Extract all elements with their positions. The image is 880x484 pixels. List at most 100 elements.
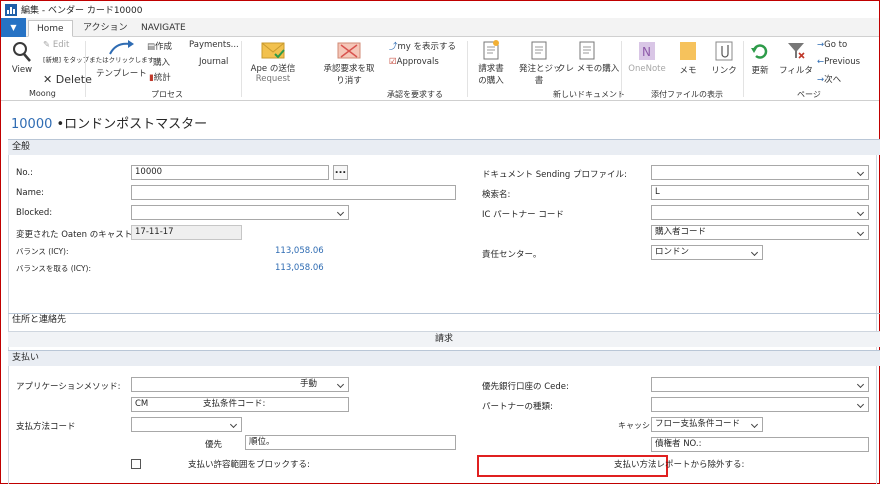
goto-label: Go to	[824, 40, 848, 50]
statistics-label: 統計	[153, 73, 171, 83]
pencil-icon: ✎	[43, 40, 53, 50]
create-button[interactable]: ▤作成	[147, 40, 172, 52]
order-label-2: 書	[534, 76, 544, 86]
edit-button[interactable]: ✎ Edit	[43, 40, 69, 50]
preferred-bank-select[interactable]	[651, 377, 869, 392]
journal-button[interactable]: Journal	[199, 57, 228, 67]
filter-icon	[788, 43, 805, 59]
search-name-field[interactable]: L	[651, 185, 869, 200]
link-icon: ⤴	[389, 42, 398, 52]
order-button[interactable]: 発注とジッ 書	[519, 40, 562, 86]
credit-memo-button[interactable]: クレ メモの購入	[557, 40, 620, 74]
ic-partner-label: IC パートナー コード	[482, 210, 564, 220]
card-border-left	[8, 140, 9, 484]
priority-field[interactable]: 順位。	[245, 435, 456, 450]
application-method-select[interactable]: 手動	[131, 377, 349, 392]
credit-memo-label: クレ メモの購入	[557, 64, 620, 74]
approvals-button[interactable]: ☑Approvals	[389, 57, 439, 67]
view-label: View	[11, 65, 33, 75]
title-bar: 編集 - ベンダー カード10000	[1, 1, 879, 18]
filter-button[interactable]: フィルタ	[779, 40, 813, 76]
doc-sending-select[interactable]	[651, 165, 869, 180]
section-general-header[interactable]: 全般	[8, 139, 880, 155]
separator	[621, 41, 622, 97]
vendor-number: 10000	[11, 117, 53, 132]
file-menu-button[interactable]: ▼	[1, 18, 26, 37]
invoicing-title: 請求	[434, 334, 453, 344]
order-icon	[531, 41, 547, 60]
approvals-icon: ☑	[389, 57, 397, 67]
previous-button[interactable]: ←Previous	[817, 57, 860, 67]
cancel-approval-label: 承認要求を取	[323, 64, 375, 74]
balance-label: バランス (ICY):	[16, 247, 69, 256]
link-button[interactable]: リンク	[709, 40, 739, 76]
ic-partner-select[interactable]	[651, 205, 869, 220]
template-button[interactable]: テンプレート	[96, 67, 147, 79]
blocked-select[interactable]	[131, 205, 349, 220]
document-icon: ▤	[147, 42, 156, 52]
tab-home[interactable]: Home	[28, 20, 73, 37]
section-address-header[interactable]: 住所と連絡先	[8, 313, 880, 327]
block-tolerance-checkbox[interactable]	[131, 459, 141, 469]
envelope-icon	[261, 42, 285, 59]
responsibility-label: 責任センター。	[482, 250, 542, 260]
responsibility-select[interactable]: ロンドン	[651, 245, 763, 260]
memo-button[interactable]: メモ	[673, 40, 703, 76]
no-field[interactable]: 10000	[131, 165, 329, 180]
balance-value[interactable]: 113,058.06	[275, 246, 324, 256]
cancel-approval-button[interactable]: 承認要求を取 り消す	[317, 40, 381, 86]
refresh-button[interactable]: 更新	[746, 40, 774, 76]
invoice-button[interactable]: 請求書 の購入	[471, 40, 511, 86]
purchaser-select[interactable]: 購入者コード	[651, 225, 869, 240]
search-name-label: 検索名:	[482, 190, 511, 200]
send-approval-button[interactable]: Ape の送信 Request	[248, 40, 298, 84]
vendor-name: •ロンドンポストマスター	[56, 117, 208, 132]
no-lookup-button[interactable]: ...	[333, 165, 348, 180]
edit-label: Edit	[52, 40, 70, 50]
partner-type-select[interactable]	[651, 397, 869, 412]
next-button[interactable]: →次へ	[817, 73, 841, 85]
invoice-label: 請求書	[478, 64, 504, 74]
name-field[interactable]	[131, 185, 456, 200]
cashflow-terms-select[interactable]: フロー支払条件コード	[651, 417, 763, 432]
payments-label: Payments...	[189, 40, 239, 50]
cancel-approval-label-2: り消す	[336, 76, 362, 86]
section-address-title: 住所と連絡先	[12, 315, 67, 325]
note-icon	[680, 42, 696, 60]
link-label: リンク	[711, 66, 737, 76]
invoicing-subheader[interactable]: 請求	[8, 331, 880, 347]
preferred-bank-label: 優先銀行口座の Cede:	[482, 382, 569, 392]
group-request-approval: 承認を要求する	[387, 90, 443, 99]
no-label: No.:	[16, 168, 33, 178]
payment-terms-label: 支払条件コード:	[202, 399, 266, 409]
balance-due-value[interactable]: 113,058.06	[275, 263, 324, 273]
new-button[interactable]: [新規] をタップまたはクリックします	[43, 54, 154, 64]
approvals-label: Approvals	[396, 57, 439, 67]
payment-method-label: 支払方法コード	[16, 422, 76, 432]
application-method-label: アプリケーションメソッド:	[16, 382, 121, 392]
separator	[743, 41, 744, 97]
goto-button[interactable]: →Go to	[817, 40, 847, 50]
separator	[241, 41, 242, 97]
tab-navigate[interactable]: NAVIGATE	[133, 20, 194, 37]
group-new-document: 新しいドキュメント	[553, 90, 625, 99]
page-title: 10000 •ロンドンポストマスター	[11, 113, 207, 132]
order-label: 発注とジッ	[519, 64, 562, 74]
onenote-button[interactable]: N OneNote	[627, 40, 667, 74]
purchase-button[interactable]: 購入	[153, 56, 170, 68]
arrow-icon	[109, 40, 134, 55]
section-payments-header[interactable]: 支払い	[8, 350, 880, 366]
creditor-no-field[interactable]: 債権者 NO.:	[651, 437, 869, 452]
statistics-button[interactable]: ▮統計	[149, 71, 171, 83]
payments-button[interactable]: Payments...	[189, 40, 239, 50]
show-approval-label: my を表示する	[397, 42, 457, 52]
show-approval-button[interactable]: ⤴my を表示する	[389, 40, 456, 52]
purchase-label: 購入	[153, 58, 171, 68]
onenote-icon: N	[639, 42, 655, 60]
view-button[interactable]: View	[9, 41, 35, 75]
payment-terms-field[interactable]: CM 支払条件コード:	[131, 397, 349, 412]
template-label: テンプレート	[96, 69, 147, 79]
payment-method-select[interactable]	[131, 417, 242, 432]
last-changed-label: 変更された Oaten のキャスト:	[16, 230, 136, 240]
tab-actions[interactable]: アクション	[75, 20, 136, 37]
